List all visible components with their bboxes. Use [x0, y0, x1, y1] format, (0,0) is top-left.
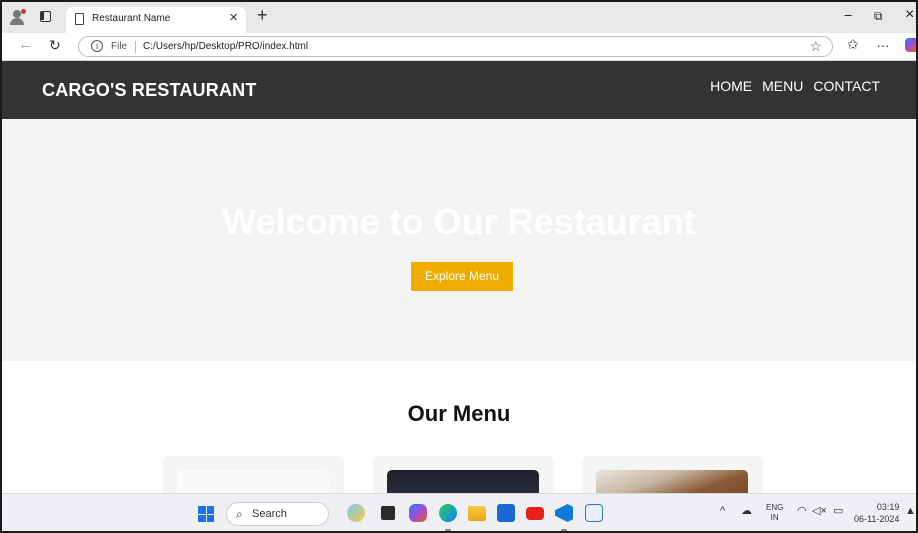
address-bar[interactable]: i File C:/Users/hp/Desktop/PRO/index.htm…	[78, 36, 833, 57]
profile-icon[interactable]	[10, 9, 26, 25]
search-icon: ⌕	[236, 507, 243, 521]
nav-home-link[interactable]: HOME	[710, 78, 752, 94]
menu-card[interactable]	[163, 456, 344, 493]
taskbar-search[interactable]: ⌕ Search	[226, 502, 329, 526]
nav-contact-link[interactable]: CONTACT	[813, 78, 880, 94]
battery-icon[interactable]: ▭	[833, 506, 843, 517]
page-viewport: CARGO'S RESTAURANT HOME MENU CONTACT Wel…	[2, 61, 916, 493]
explore-menu-button[interactable]: Explore Menu	[411, 262, 513, 291]
tray-overflow-icon[interactable]: ^	[720, 506, 725, 517]
new-tab-button[interactable]: +	[257, 6, 268, 24]
windows-taskbar: ⌕ Search ^ ☁ ENG IN ◠ ◁× ▭ 03:19 06-11-2…	[2, 493, 916, 531]
volume-icon[interactable]: ◁×	[812, 506, 827, 517]
windows-start-icon[interactable]	[198, 506, 214, 522]
close-window-button[interactable]: ×	[905, 7, 914, 23]
widgets-icon[interactable]	[347, 504, 365, 522]
info-icon[interactable]: i	[91, 40, 103, 52]
clock[interactable]: 03:19 06-11-2024	[854, 501, 899, 525]
menu-card[interactable]	[373, 456, 554, 493]
copilot-icon[interactable]	[905, 38, 916, 52]
url-text[interactable]: C:/Users/hp/Desktop/PRO/index.html	[143, 41, 308, 52]
reload-button[interactable]: ↻	[49, 38, 61, 52]
notification-bell-icon[interactable]: ▲	[905, 506, 916, 517]
browser-tab[interactable]: Restaurant Name ×	[66, 7, 246, 33]
page-icon	[75, 13, 84, 25]
site-header: CARGO'S RESTAURANT HOME MENU CONTACT	[2, 61, 916, 119]
store-icon[interactable]	[497, 504, 515, 522]
site-brand[interactable]: CARGO'S RESTAURANT	[42, 80, 257, 101]
browser-titlebar: Restaurant Name × + − ⧉ ×	[2, 2, 916, 33]
menu-card-image	[387, 470, 539, 493]
task-view-icon[interactable]	[381, 506, 395, 520]
search-placeholder: Search	[252, 508, 287, 520]
more-icon[interactable]: …	[876, 35, 890, 49]
menu-section-title: Our Menu	[407, 401, 511, 426]
copilot-taskbar-icon[interactable]	[409, 504, 427, 522]
menu-card-image	[596, 470, 748, 493]
hero-section: Welcome to Our Restaurant Explore Menu	[2, 119, 916, 361]
hero-title: Welcome to Our Restaurant	[222, 201, 696, 242]
onedrive-icon[interactable]: ☁	[741, 506, 752, 517]
address-toolbar: ← ↻ i File C:/Users/hp/Desktop/PRO/index…	[2, 33, 916, 61]
menu-card-image	[177, 470, 329, 493]
tab-actions-icon[interactable]	[40, 11, 51, 22]
minimize-button[interactable]: −	[844, 8, 852, 22]
tab-close-icon[interactable]: ×	[229, 10, 238, 25]
screen: Restaurant Name × + − ⧉ × ← ↻ i File C:/…	[0, 0, 918, 533]
file-label: File	[111, 41, 128, 52]
site-nav: HOME MENU CONTACT	[710, 78, 880, 94]
youtube-icon[interactable]	[526, 507, 544, 520]
edge-icon[interactable]	[439, 504, 457, 522]
notepad-icon[interactable]	[585, 504, 603, 522]
restore-button[interactable]: ⧉	[874, 10, 883, 22]
wifi-icon[interactable]: ◠	[797, 506, 807, 517]
nav-menu-link[interactable]: MENU	[762, 78, 803, 94]
language-indicator[interactable]: ENG IN	[766, 503, 783, 523]
vscode-icon[interactable]	[555, 504, 573, 522]
tab-title: Restaurant Name	[92, 13, 171, 24]
file-explorer-icon[interactable]	[468, 506, 486, 521]
back-button[interactable]: ←	[18, 37, 33, 52]
favorites-icon[interactable]: ✩	[847, 37, 859, 51]
menu-card[interactable]	[582, 456, 763, 493]
favorite-star-icon[interactable]: ☆	[809, 38, 822, 55]
